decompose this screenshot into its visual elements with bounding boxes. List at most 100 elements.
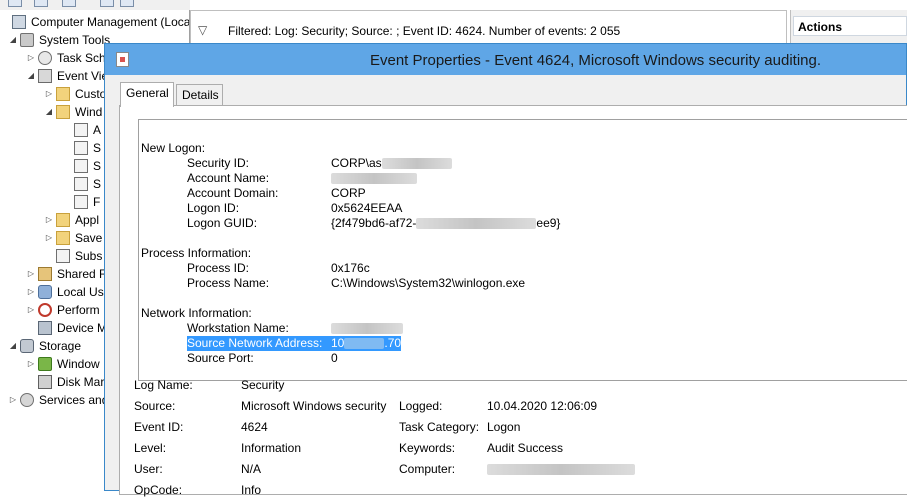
account-name-label: Account Name: — [187, 171, 270, 185]
event-id-value: 4624 — [241, 420, 268, 434]
folder-up-icon[interactable] — [62, 0, 76, 7]
security-id-value: CORP\as — [331, 156, 452, 171]
account-domain-label: Account Domain: — [187, 186, 279, 200]
expand-arrow-icon[interactable]: ▷ — [26, 49, 36, 67]
source-network-address-label: Source Network Address: — [187, 336, 335, 351]
process-name-label: Process Name: — [187, 276, 270, 290]
general-tab-panel: New Logon: Security ID: CORP\as Account … — [119, 105, 907, 497]
tree-item-label: Disk Mar — [57, 375, 105, 389]
expand-arrow-icon[interactable]: ▷ — [44, 85, 54, 103]
tree-item-label: System Tools — [39, 33, 111, 47]
process-information-heading: Process Information: — [141, 246, 252, 260]
tree-item-label: Custo — [75, 87, 107, 101]
properties-icon[interactable] — [100, 0, 114, 7]
tab-general[interactable]: General — [120, 82, 174, 107]
actions-pane: Actions — [790, 10, 907, 44]
back-icon[interactable] — [8, 0, 22, 7]
user-value: N/A — [241, 462, 262, 476]
tree-item-label: Subs — [75, 249, 103, 263]
expand-arrow-icon[interactable]: ▷ — [26, 265, 36, 283]
log-icon — [74, 177, 88, 191]
log-icon — [74, 159, 88, 173]
process-name-value: C:\Windows\System32\winlogon.exe — [331, 276, 526, 290]
disk-icon — [38, 375, 52, 389]
expand-arrow-icon[interactable]: ▷ — [26, 301, 36, 319]
new-logon-heading: New Logon: — [141, 141, 206, 155]
collapse-arrow-icon[interactable]: ◢ — [26, 67, 36, 85]
computer-value — [487, 462, 635, 477]
expand-arrow-icon[interactable]: ▷ — [44, 211, 54, 229]
workstation-name-label: Workstation Name: — [187, 321, 289, 335]
clock-icon — [38, 51, 52, 65]
process-id-label: Process ID: — [187, 261, 250, 275]
computer-label: Computer: — [399, 462, 456, 476]
event-id-label: Event ID: — [134, 420, 184, 434]
collapse-arrow-icon[interactable]: ◢ — [44, 103, 54, 121]
tree-item-label: Task Sch — [57, 51, 106, 65]
tree-item-label: Device M — [57, 321, 108, 335]
backup-icon — [38, 357, 52, 371]
keywords-value: Audit Success — [487, 441, 564, 455]
logon-guid-value: {2f479bd6-af72- ee9} — [331, 216, 561, 230]
tools-icon — [20, 33, 34, 47]
tree-item-label: Window — [57, 357, 100, 371]
level-label: Level: — [134, 441, 167, 455]
process-id-value: 0x176c — [331, 261, 370, 275]
level-value: Information — [241, 441, 302, 455]
log-icon — [74, 195, 88, 209]
expand-arrow-icon[interactable]: ▷ — [26, 355, 36, 373]
collapse-arrow-icon[interactable]: ◢ — [8, 31, 18, 49]
dialog-title-bar[interactable]: Event Properties - Event 4624, Microsoft… — [105, 44, 906, 75]
account-name-value — [331, 171, 417, 186]
source-network-address-value: 10.70 — [331, 336, 402, 351]
workstation-name-value — [331, 321, 403, 336]
collapse-arrow-icon[interactable]: ◢ — [8, 337, 18, 355]
logon-id-label: Logon ID: — [187, 201, 240, 215]
help-icon[interactable] — [120, 0, 134, 7]
tree-item-label: Local Us — [57, 285, 104, 299]
tree-item-label: A — [93, 123, 102, 137]
tree-item-label: Appl — [75, 213, 100, 227]
tree-item-label: Computer Management (Local — [31, 15, 190, 29]
keywords-label: Keywords: — [399, 441, 456, 455]
storage-icon — [20, 339, 34, 353]
event-viewer-icon — [38, 69, 52, 83]
security-id-label: Security ID: — [187, 156, 250, 170]
expand-arrow-icon[interactable]: ▷ — [44, 229, 54, 247]
tree-item-label: S — [93, 159, 102, 173]
dialog-title: Event Properties - Event 4624, Microsoft… — [369, 52, 822, 69]
tree-item-label: S — [93, 177, 102, 191]
expand-arrow-icon[interactable]: ▷ — [26, 283, 36, 301]
source-port-label: Source Port: — [187, 351, 254, 365]
tree-item-label: Event Vie — [57, 69, 109, 83]
tree-item-label: Storage — [39, 339, 82, 353]
filter-text: Filtered: Log: Security; Source: ; Event… — [228, 24, 621, 38]
performance-icon — [38, 303, 52, 317]
log-name-value: Security — [241, 378, 285, 392]
tree-item-label: Services and — [39, 393, 109, 407]
source-port-value: 0 — [331, 351, 338, 365]
expand-arrow-icon[interactable]: ▷ — [8, 391, 18, 409]
device-manager-icon — [38, 321, 52, 335]
folder-icon — [56, 105, 70, 119]
shared-folder-icon — [38, 267, 52, 281]
task-category-value: Logon — [487, 420, 521, 434]
folder-icon — [56, 87, 70, 101]
actions-header[interactable]: Actions — [793, 16, 907, 36]
log-name-label: Log Name: — [134, 378, 193, 392]
account-domain-value: CORP — [331, 186, 366, 200]
tree-item-label: Wind — [75, 105, 103, 119]
folder-icon — [56, 231, 70, 245]
event-properties-dialog: Event Properties - Event 4624, Microsoft… — [104, 43, 907, 497]
forward-icon[interactable] — [34, 0, 48, 7]
tab-details[interactable]: Details — [176, 84, 223, 105]
network-information-heading: Network Information: — [141, 306, 252, 320]
filter-bar: ▽ Filtered: Log: Security; Source: ; Eve… — [190, 10, 787, 44]
users-icon — [38, 285, 52, 299]
event-message-box[interactable]: New Logon: Security ID: CORP\as Account … — [138, 119, 907, 381]
log-icon — [74, 141, 88, 155]
tree-item-label: S — [93, 141, 102, 155]
logon-id-value: 0x5624EEAA — [331, 201, 403, 215]
tree-item-label: F — [93, 195, 101, 209]
tree-item-label: Save — [75, 231, 103, 245]
